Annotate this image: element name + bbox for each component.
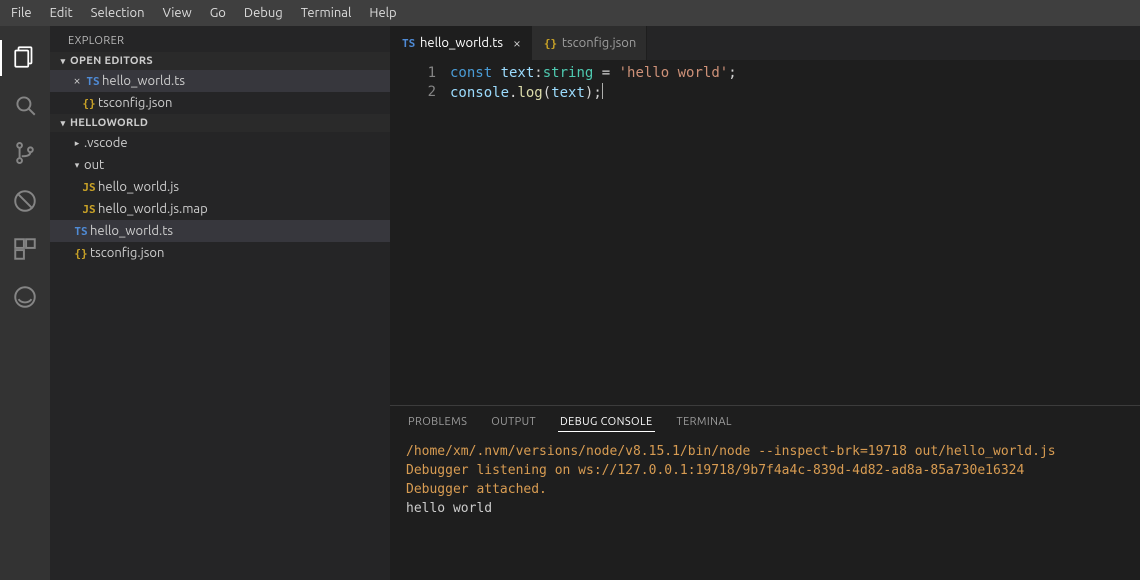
tab-label: tsconfig.json: [562, 36, 636, 50]
editor-tab-tsconfig[interactable]: {} tsconfig.json: [532, 26, 647, 60]
js-file-icon: JS: [80, 203, 98, 216]
activity-extensions[interactable]: [0, 226, 50, 274]
line-number-gutter: 12: [390, 60, 450, 405]
docker-icon: [12, 284, 38, 313]
open-editor-item[interactable]: × TS hello_world.ts: [50, 70, 390, 92]
json-file-icon: {}: [80, 97, 98, 110]
extensions-icon: [12, 236, 38, 265]
tree-label: tsconfig.json: [90, 246, 164, 260]
menu-edit[interactable]: Edit: [41, 2, 82, 24]
activity-search[interactable]: [0, 82, 50, 130]
tree-file[interactable]: JS hello_world.js: [50, 176, 390, 198]
close-icon[interactable]: ×: [70, 74, 84, 88]
json-file-icon: {}: [544, 37, 562, 50]
activity-bar: [0, 26, 50, 580]
menu-selection[interactable]: Selection: [82, 2, 154, 24]
panel-tab-debug-console[interactable]: DEBUG CONSOLE: [548, 410, 665, 434]
activity-debug[interactable]: [0, 178, 50, 226]
open-editor-item[interactable]: {} tsconfig.json: [50, 92, 390, 114]
bug-icon: [12, 188, 38, 217]
ts-file-icon: TS: [402, 37, 420, 50]
branch-icon: [12, 140, 38, 169]
tree-label: out: [84, 158, 104, 172]
editor-area: TS hello_world.ts × {} tsconfig.json 12 …: [390, 26, 1140, 580]
tree-label: hello_world.js.map: [98, 202, 208, 216]
open-editors-title: OPEN EDITORS: [70, 55, 153, 67]
ts-file-icon: TS: [84, 75, 102, 88]
activity-docker[interactable]: [0, 274, 50, 322]
search-icon: [12, 92, 38, 121]
tab-label: hello_world.ts: [420, 36, 503, 50]
open-editor-label: hello_world.ts: [102, 74, 185, 88]
tree-folder[interactable]: ▸ .vscode: [50, 132, 390, 154]
open-editors-header[interactable]: ▾ OPEN EDITORS: [50, 52, 390, 70]
tree-file[interactable]: JS hello_world.js.map: [50, 198, 390, 220]
menu-go[interactable]: Go: [201, 2, 235, 24]
editor-tabs: TS hello_world.ts × {} tsconfig.json: [390, 26, 1140, 60]
workspace-title: HELLOWORLD: [70, 117, 148, 129]
js-file-icon: JS: [80, 181, 98, 194]
tree-label: hello_world.ts: [90, 224, 173, 238]
panel-tabs: PROBLEMS OUTPUT DEBUG CONSOLE TERMINAL: [390, 406, 1140, 438]
chevron-right-icon: ▸: [70, 138, 84, 149]
chevron-down-icon: ▾: [56, 56, 70, 67]
tree-file[interactable]: {} tsconfig.json: [50, 242, 390, 264]
menu-view[interactable]: View: [154, 2, 201, 24]
debug-console-output[interactable]: /home/xm/.nvm/versions/node/v8.15.1/bin/…: [390, 438, 1140, 580]
ts-file-icon: TS: [72, 225, 90, 238]
close-icon[interactable]: ×: [513, 35, 521, 51]
tree-file[interactable]: TS hello_world.ts: [50, 220, 390, 242]
chevron-down-icon: ▾: [56, 118, 70, 129]
bottom-panel: PROBLEMS OUTPUT DEBUG CONSOLE TERMINAL /…: [390, 405, 1140, 580]
explorer-title: EXPLORER: [50, 26, 390, 52]
menu-debug[interactable]: Debug: [235, 2, 292, 24]
panel-tab-output[interactable]: OUTPUT: [479, 410, 548, 434]
tree-label: .vscode: [84, 136, 128, 150]
code-editor[interactable]: 12 const text:string = 'hello world';con…: [390, 60, 1140, 405]
menu-help[interactable]: Help: [360, 2, 405, 24]
panel-tab-terminal[interactable]: TERMINAL: [665, 410, 744, 434]
menu-terminal[interactable]: Terminal: [292, 2, 361, 24]
code-content[interactable]: const text:string = 'hello world';consol…: [450, 60, 1140, 405]
workspace-header[interactable]: ▾ HELLOWORLD: [50, 114, 390, 132]
menubar: File Edit Selection View Go Debug Termin…: [0, 0, 1140, 26]
activity-explorer[interactable]: [0, 34, 50, 82]
tree-label: hello_world.js: [98, 180, 179, 194]
json-file-icon: {}: [72, 247, 90, 260]
activity-scm[interactable]: [0, 130, 50, 178]
open-editor-label: tsconfig.json: [98, 96, 172, 110]
text-cursor: [602, 83, 603, 99]
tree-folder[interactable]: ▾ out: [50, 154, 390, 176]
menu-file[interactable]: File: [2, 2, 41, 24]
chevron-down-icon: ▾: [70, 160, 84, 171]
explorer-sidebar: EXPLORER ▾ OPEN EDITORS × TS hello_world…: [50, 26, 390, 580]
panel-tab-problems[interactable]: PROBLEMS: [396, 410, 479, 434]
editor-tab-helloworld[interactable]: TS hello_world.ts ×: [390, 26, 532, 60]
files-icon: [12, 44, 38, 73]
